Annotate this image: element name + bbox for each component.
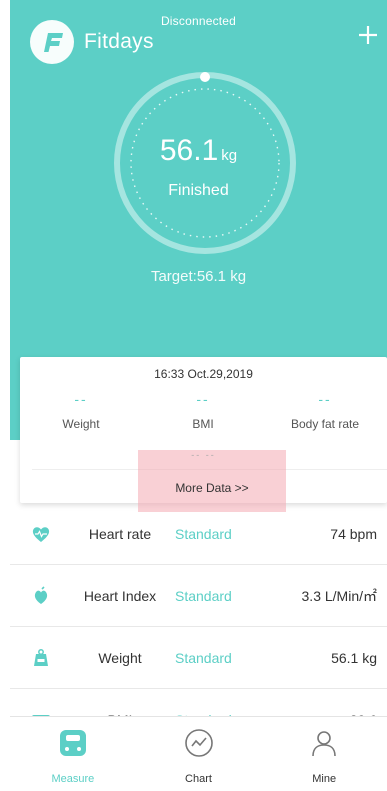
app-frame: Disconnected Fitdays 56.1 kg Finished Ta… [10,0,387,791]
weight-readout: 56.1 kg [10,134,387,168]
row-status: Standard [175,525,232,542]
target-weight: Target:56.1 kg [150,268,247,285]
metric-value: -- [318,391,332,407]
scale-icon [59,730,86,756]
summary-card: 16:33 Oct.29,2019 -- Weight -- BMI -- Bo… [20,357,387,512]
weight-unit: kg [221,147,238,164]
list-item-weight[interactable]: Weight Standard 56.1 kg [10,627,387,689]
tab-measure[interactable]: Measure [10,717,136,791]
tab-label: Chart [185,773,212,785]
list-item-heart-rate[interactable]: Heart rate Standard 74 bpm [10,503,387,565]
weight-icon [34,648,48,666]
row-value: 74 bpm [330,525,377,542]
list-item-heart-index[interactable]: Heart Index Standard 3.3 L/Min/㎡ [10,565,387,627]
app-header: Fitdays [30,20,154,64]
fitdays-logo-icon [30,20,74,64]
metric-body-fat: -- Body fat rate [264,391,386,431]
user-icon [312,731,336,757]
measure-timestamp: 16:33 Oct.29,2019 [154,367,253,381]
measure-state: Finished [168,182,229,199]
row-name: Weight [98,649,142,666]
tab-chart[interactable]: Chart [136,717,262,791]
row-name: Heart Index [83,587,157,604]
add-button[interactable] [355,22,381,48]
tab-label: Measure [51,773,95,785]
more-dash: -- -- [191,450,216,460]
metric-bmi: -- BMI [142,391,264,431]
row-status: Standard [175,587,232,604]
chart-icon [184,729,213,757]
metric-value: -- [74,391,88,407]
plus-icon [359,26,377,44]
row-name: Heart rate [88,525,152,542]
row-status: Standard [175,649,232,666]
row-value: 3.3 L/Min/㎡ [301,587,377,604]
heart-icon [32,526,50,542]
tab-mine[interactable]: Mine [261,717,387,791]
metric-label: BMI [192,417,214,431]
tab-bar: Measure Chart Mine [10,716,387,791]
tab-label: Mine [312,773,337,785]
app-name: Fitdays [84,30,154,53]
weight-value: 56.1 [159,134,219,167]
metric-value: -- [196,391,210,407]
more-data-label: More Data >> [175,481,249,495]
metric-weight: -- Weight [20,391,142,431]
metric-label: Weight [62,417,100,431]
row-value: 56.1 kg [331,649,377,666]
metric-label: Body fat rate [290,417,360,431]
heart-index-icon [34,585,48,604]
